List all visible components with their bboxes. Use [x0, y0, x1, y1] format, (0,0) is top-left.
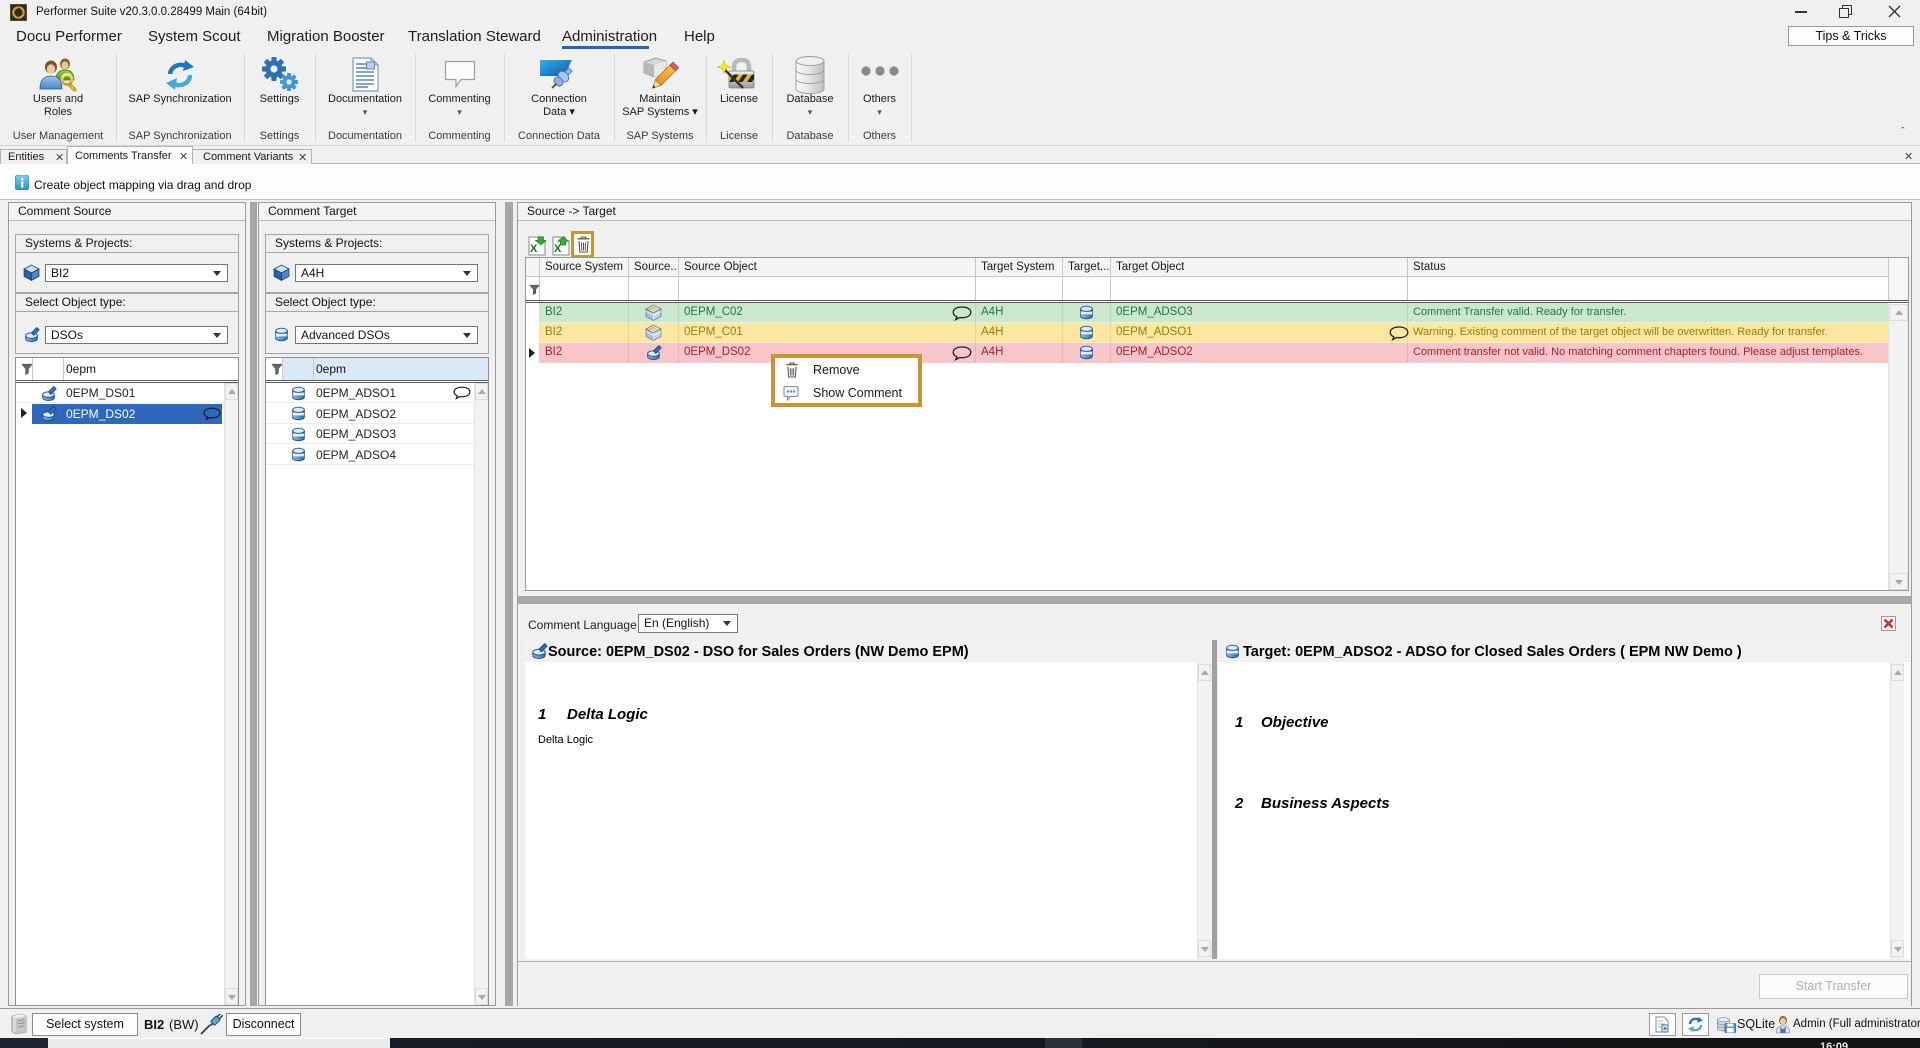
- svg-text:X: X: [530, 243, 538, 255]
